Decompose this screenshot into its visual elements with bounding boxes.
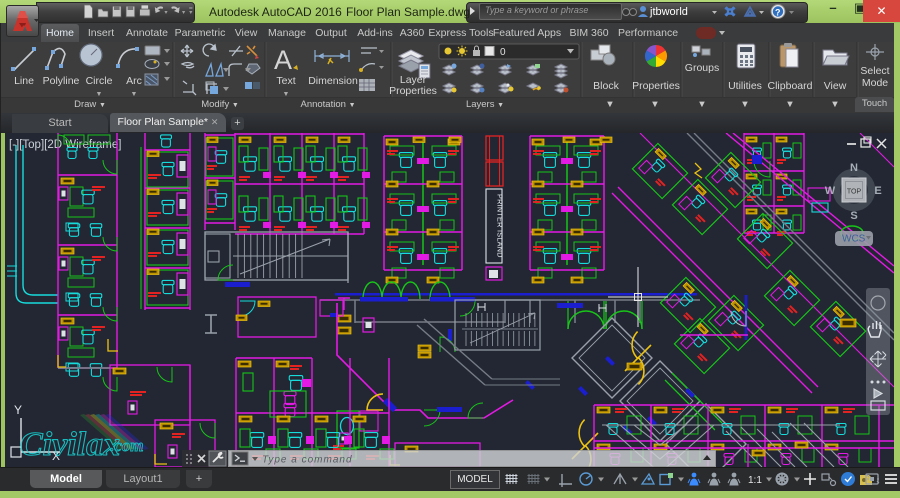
svg-text:A: A xyxy=(274,45,292,75)
svg-text:N: N xyxy=(850,162,858,174)
svg-text:E: E xyxy=(874,185,881,197)
svg-text:WCS: WCS xyxy=(842,234,866,245)
svg-text:jtbworld: jtbworld xyxy=(649,6,688,18)
svg-text:0: 0 xyxy=(500,47,506,58)
svg-text:1:1: 1:1 xyxy=(748,475,762,486)
svg-text:S: S xyxy=(850,210,857,222)
svg-text:[-][Top][2D Wireframe]: [-][Top][2D Wireframe] xyxy=(9,139,121,151)
svg-text:PRINTER ISLAND: PRINTER ISLAND xyxy=(496,194,505,258)
svg-text:Y: Y xyxy=(14,403,22,417)
svg-text:Type a command: Type a command xyxy=(262,455,353,466)
svg-text:.com: .com xyxy=(110,436,144,455)
svg-text:TOP: TOP xyxy=(847,189,862,196)
svg-text:W: W xyxy=(825,185,836,197)
svg-text:?: ? xyxy=(775,8,781,18)
svg-text:Civilax: Civilax xyxy=(20,426,120,463)
